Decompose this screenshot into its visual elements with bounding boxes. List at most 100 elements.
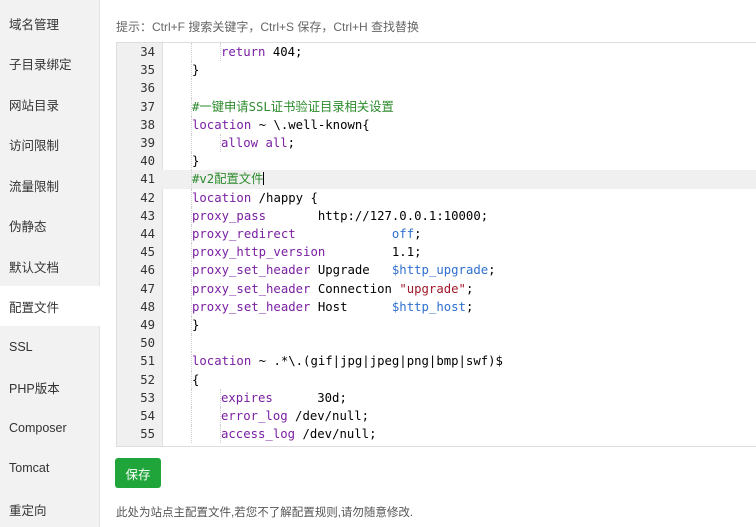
- indent-guide: [191, 425, 192, 444]
- line-number: 39: [140, 136, 155, 150]
- sidebar-item-label: 流量限制: [9, 179, 60, 194]
- config-warning-note: 此处为站点主配置文件,若您不了解配置规则,请勿随意修改.: [116, 507, 414, 519]
- code-token: #一键申请SSL证书验证目录相关设置: [192, 99, 394, 114]
- code-token: ;: [465, 281, 474, 296]
- sidebar-item-6[interactable]: 伪静态: [0, 205, 100, 245]
- line-number: 43: [140, 208, 155, 223]
- code-text: location ~ .*\.(gif|jpg|jpeg|png|bmp|swf…: [192, 352, 503, 370]
- config-file-panel: 提示：Ctrl+F 搜索关键字，Ctrl+S 保存，Ctrl+H 查找替换 34…: [100, 0, 756, 527]
- code-line[interactable]: 54 error_log /dev/null;: [117, 407, 756, 426]
- code-line[interactable]: 46 proxy_set_header Upgrade $http_upgrade…: [117, 261, 756, 280]
- line-number: 49: [140, 318, 155, 332]
- sidebar-item-3[interactable]: 网站目录: [0, 84, 100, 124]
- code-line[interactable]: 35}: [117, 61, 756, 80]
- code-line[interactable]: 44 proxy_redirect off;: [117, 225, 756, 244]
- code-token: proxy_http_version: [192, 245, 326, 260]
- code-line[interactable]: 34 return 404;: [117, 43, 756, 62]
- sidebar-item-8[interactable]: 配置文件: [0, 286, 101, 326]
- line-number: 36: [140, 81, 155, 96]
- code-line[interactable]: 49}: [117, 316, 756, 335]
- code-token: {: [192, 372, 200, 387]
- code-line[interactable]: 55 access_log /dev/null;: [117, 425, 756, 444]
- code-line[interactable]: 53 expires 30d;: [117, 388, 756, 407]
- sidebar-item-label: 重定向: [9, 503, 47, 518]
- sidebar-item-4[interactable]: 访问限制: [0, 124, 100, 164]
- line-number: 40: [140, 154, 155, 169]
- code-token: $http_upgrade: [391, 263, 489, 278]
- code-token: allow: [221, 136, 259, 150]
- code-text: {: [192, 371, 199, 389]
- code-line[interactable]: 39 allow all;: [117, 134, 756, 153]
- sidebar-item-1[interactable]: 域名管理: [0, 3, 100, 43]
- code-token: /happy {: [251, 190, 318, 205]
- sidebar-item-label: 域名管理: [9, 17, 60, 32]
- line-number: 51: [140, 354, 155, 369]
- sidebar-item-label: Composer: [9, 421, 67, 435]
- code-line[interactable]: 50: [117, 334, 756, 353]
- code-line[interactable]: 42 location /happy {: [117, 188, 756, 207]
- sidebar-item-7[interactable]: 默认文档: [0, 246, 100, 286]
- sidebar-item-label: 网站目录: [9, 98, 60, 113]
- code-token: location: [192, 190, 252, 205]
- code-line[interactable]: 47 proxy_set_header Connection "upgrade";: [117, 279, 756, 298]
- code-token: return: [221, 45, 266, 59]
- line-number: 44: [140, 227, 155, 241]
- sidebar-item-2[interactable]: 子目录绑定: [0, 43, 100, 83]
- code-line[interactable]: 51 location ~ .*\.(gif|jpg|jpeg|png|bmp|s…: [117, 352, 756, 371]
- sidebar-item-11[interactable]: Composer: [0, 408, 100, 448]
- sidebar-item-label: 配置文件: [9, 300, 60, 315]
- code-token: $http_host: [391, 299, 466, 314]
- save-button[interactable]: 保存: [115, 458, 161, 488]
- line-number: 52: [140, 372, 155, 387]
- code-token: ~ \.well-known{: [251, 117, 370, 132]
- shortcut-tip: 提示：Ctrl+F 搜索关键字，Ctrl+S 保存，Ctrl+H 查找替换: [116, 20, 420, 34]
- code-editor[interactable]: 34 return 404; 35} 36 37 #一键申请SSL证书验证目录相关设置 38…: [116, 42, 756, 447]
- code-text: }: [192, 316, 199, 334]
- code-token: 30d;: [272, 390, 347, 405]
- code-text: error_log /dev/null;: [221, 407, 369, 425]
- line-number: 50: [140, 336, 155, 351]
- code-text: access_log /dev/null;: [221, 425, 376, 443]
- code-text: #一键申请SSL证书验证目录相关设置: [192, 98, 394, 116]
- code-line[interactable]: 43 proxy_pass http://127.0.0.1:10000;: [117, 206, 756, 225]
- sidebar-item-9[interactable]: SSL: [0, 327, 100, 367]
- sidebar-item-5[interactable]: 流量限制: [0, 165, 100, 205]
- sidebar-item-13[interactable]: 重定向: [0, 489, 100, 527]
- code-line[interactable]: 40}: [117, 152, 756, 171]
- line-number: 38: [140, 117, 155, 132]
- code-line[interactable]: 36: [117, 79, 756, 98]
- code-token: ;: [465, 299, 474, 314]
- code-token: http://127.0.0.1:10000;: [266, 208, 489, 223]
- code-line[interactable]: 48 proxy_set_header Host $http_host;: [117, 297, 756, 316]
- line-number: 55: [140, 427, 155, 442]
- code-token: location: [192, 117, 252, 132]
- code-token: }: [192, 318, 200, 332]
- sidebar-item-12[interactable]: Tomcat: [0, 448, 100, 488]
- code-text: #v2配置文件: [192, 170, 265, 188]
- code-token: Upgrade: [310, 263, 392, 278]
- code-text: proxy_set_header Connection "upgrade";: [192, 280, 473, 298]
- code-line[interactable]: 38 location ~ \.well-known{: [117, 115, 756, 134]
- line-number: 45: [140, 245, 155, 260]
- sidebar-item-label: 伪静态: [9, 219, 47, 234]
- code-text: }: [192, 152, 199, 170]
- code-line[interactable]: 52 {: [117, 370, 756, 389]
- indent-guide: [191, 79, 192, 98]
- line-number: 34: [140, 45, 155, 59]
- code-text: location ~ \.well-known{: [192, 116, 370, 134]
- indent-guide: [191, 388, 192, 407]
- line-number: 42: [140, 190, 155, 205]
- code-line[interactable]: 41 #v2配置文件: [117, 170, 756, 189]
- line-number: 37: [140, 99, 155, 114]
- sidebar-item-label: 默认文档: [9, 260, 60, 275]
- line-number: 54: [140, 409, 155, 423]
- code-token: }: [192, 154, 200, 169]
- sidebar-item-10[interactable]: PHP版本: [0, 367, 100, 407]
- code-line[interactable]: 45 proxy_http_version 1.1;: [117, 243, 756, 262]
- code-token: ~ .*\.(gif|jpg|jpeg|png|bmp|swf)$: [251, 354, 503, 369]
- code-line[interactable]: 37 #一键申请SSL证书验证目录相关设置: [117, 97, 756, 116]
- code-text: proxy_redirect off;: [192, 225, 422, 243]
- indent-guide: [191, 407, 192, 426]
- line-number: 35: [140, 63, 155, 78]
